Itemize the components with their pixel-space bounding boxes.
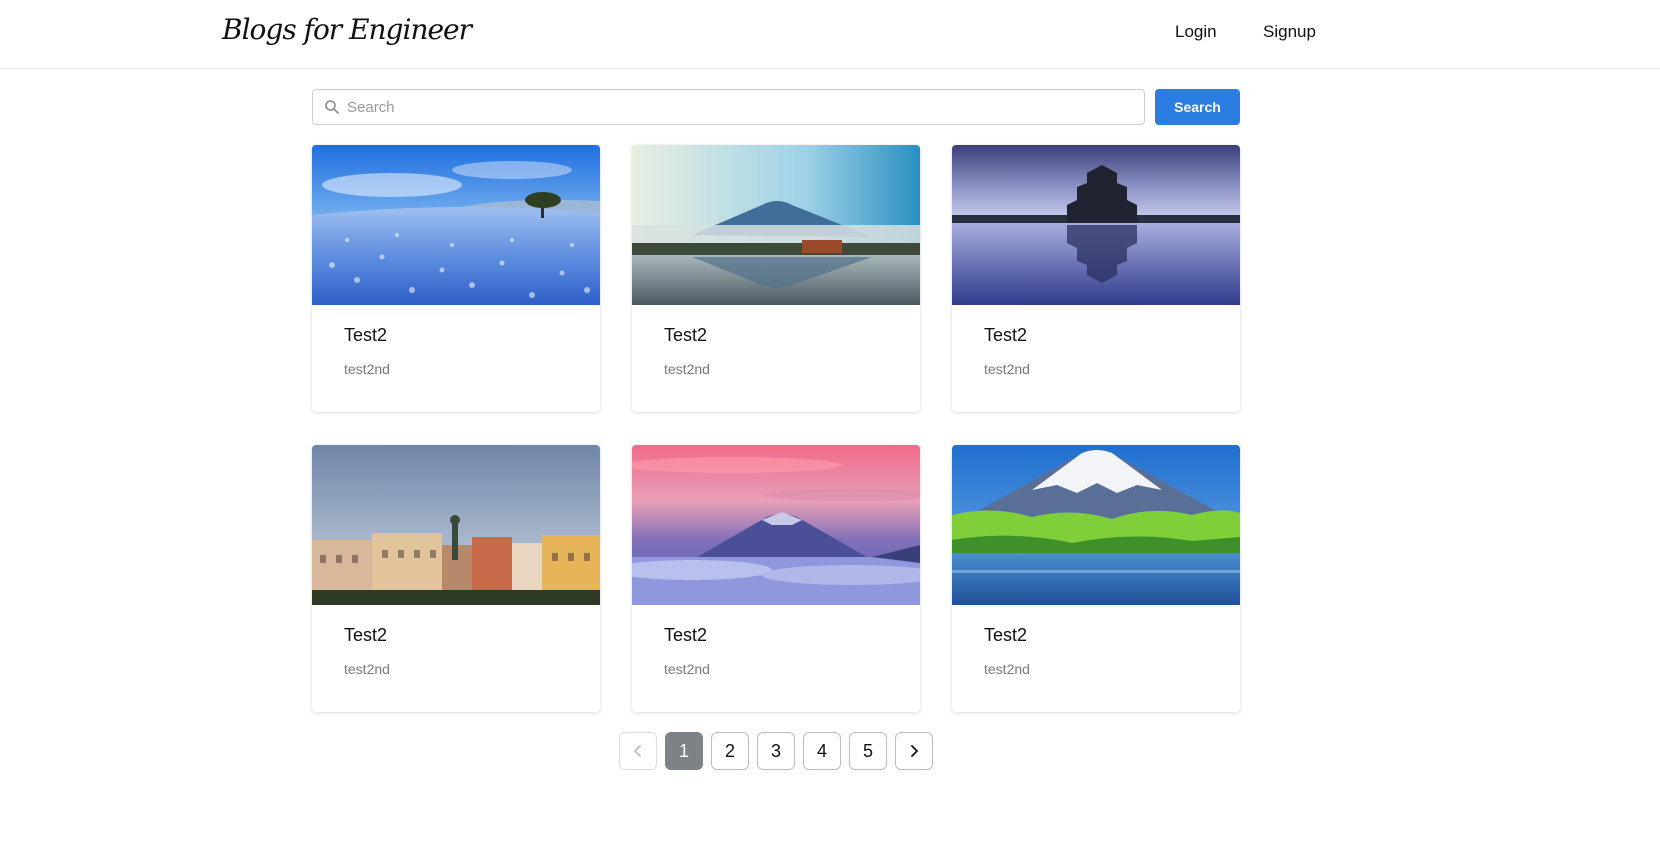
blue-flower-field-image [312,145,600,305]
japanese-castle-image [952,145,1240,305]
search-button[interactable]: Search [1155,89,1240,125]
card-subtitle: test2nd [664,661,710,677]
pagination-prev-button[interactable] [619,732,657,770]
card-subtitle: test2nd [344,661,390,677]
card-title: Test2 [984,625,1028,645]
pagination-page-3[interactable]: 3 [757,732,795,770]
mount-fuji-lake-image [632,145,920,305]
pagination-next-button[interactable] [895,732,933,770]
blog-card[interactable]: Test2 test2nd [952,445,1240,712]
search-bar [312,89,1145,125]
card-subtitle: test2nd [984,661,1030,677]
card-title: Test2 [664,625,708,645]
mount-fuji-trees-image [952,445,1240,605]
pagination-page-5[interactable]: 5 [849,732,887,770]
signup-link[interactable]: Signup [1263,22,1316,42]
search-icon [325,100,339,114]
blog-card[interactable]: Test2 test2nd [312,145,600,412]
search-input[interactable] [347,90,1137,124]
card-title: Test2 [664,325,708,345]
card-subtitle: test2nd [344,361,390,377]
card-title: Test2 [984,325,1028,345]
card-title: Test2 [344,625,388,645]
top-navbar: Blogs for Engineer Login Signup [0,0,1660,69]
site-logo[interactable]: Blogs for Engineer [222,13,472,46]
chevron-right-icon [911,745,918,757]
card-subtitle: test2nd [984,361,1030,377]
chevron-left-icon [634,745,641,757]
pagination-page-2[interactable]: 2 [711,732,749,770]
city-buildings-image [312,445,600,605]
card-title: Test2 [344,325,388,345]
card-subtitle: test2nd [664,361,710,377]
blog-card[interactable]: Test2 test2nd [312,445,600,712]
blog-card[interactable]: Test2 test2nd [952,145,1240,412]
blog-card[interactable]: Test2 test2nd [632,445,920,712]
pagination-page-1[interactable]: 1 [665,732,703,770]
mount-fuji-sunset-image [632,445,920,605]
pagination-page-4[interactable]: 4 [803,732,841,770]
login-link[interactable]: Login [1175,22,1217,42]
blog-card[interactable]: Test2 test2nd [632,145,920,412]
